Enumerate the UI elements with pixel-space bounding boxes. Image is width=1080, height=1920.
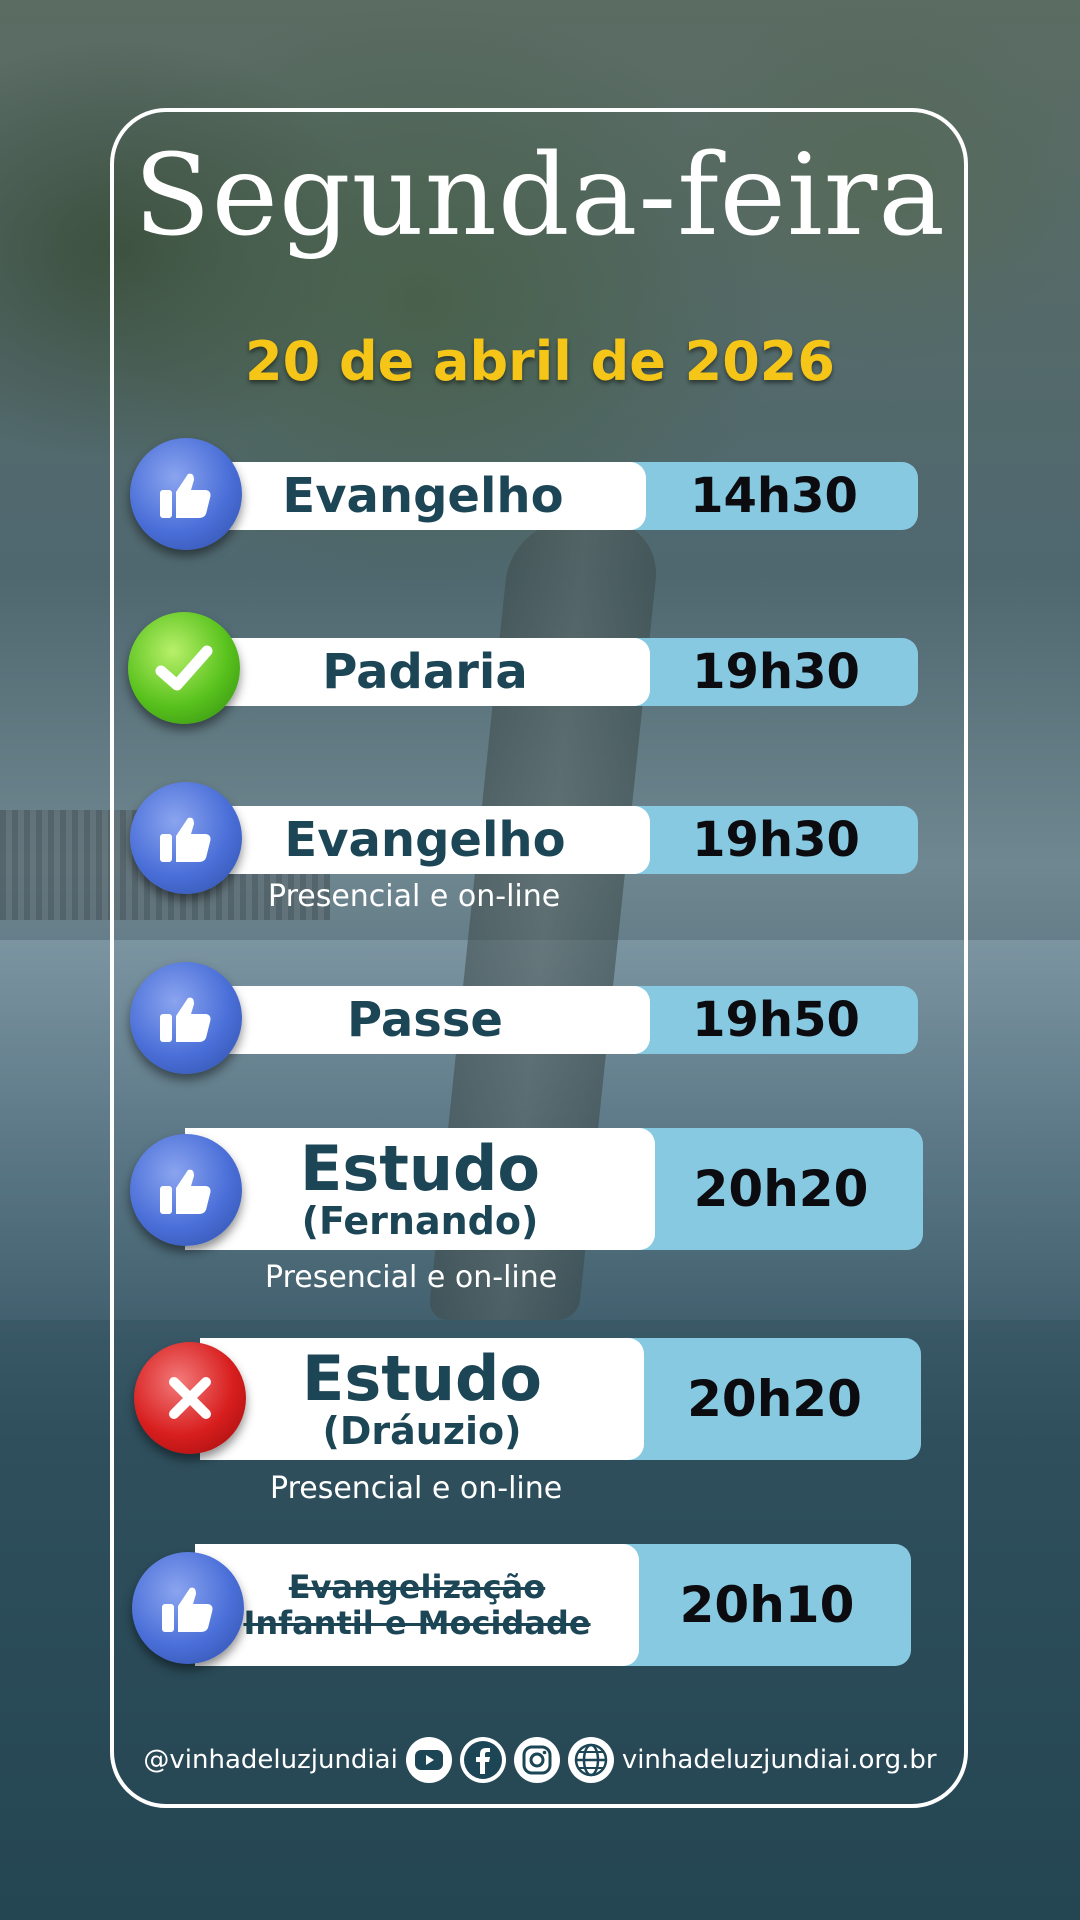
thumbs-up-icon <box>132 1552 244 1664</box>
schedule-name-line2: (Dráuzio) <box>322 1409 522 1453</box>
schedule-time: 19h30 <box>634 806 918 874</box>
schedule-name-line1: Evangelho <box>284 812 566 868</box>
date-label: 20 de abril de 2026 <box>245 330 835 393</box>
website-link[interactable]: vinhadeluzjundiai.org.br <box>622 1745 937 1775</box>
schedule-name-line1: Estudo <box>299 1132 540 1205</box>
schedule-time: 19h50 <box>634 986 918 1054</box>
schedule-name: Evangelização Infantil e Mocidade <box>195 1544 639 1666</box>
thumbs-up-icon <box>130 438 242 550</box>
check-icon <box>128 612 240 724</box>
thumbs-up-icon <box>130 962 242 1074</box>
footer: @vinhadeluzjundiai vinhadeluzjundiai.org… <box>0 1735 1080 1785</box>
cross-icon <box>134 1342 246 1454</box>
schedule-name: Padaria <box>200 638 650 706</box>
schedule-time: 20h20 <box>628 1338 921 1460</box>
schedule-name: Estudo (Fernando) <box>185 1128 655 1250</box>
schedule-name-line1: Padaria <box>322 644 528 700</box>
youtube-icon[interactable] <box>405 1737 452 1783</box>
schedule-row: Passe 19h50 <box>200 986 918 1054</box>
social-handle[interactable]: @vinhadeluzjundiai <box>143 1745 397 1775</box>
schedule-name-line1: Passe <box>347 992 503 1048</box>
schedule-time: 20h20 <box>639 1128 923 1250</box>
schedule-name-line2: Infantil e Mocidade <box>243 1604 591 1642</box>
schedule-name: Passe <box>200 986 650 1054</box>
schedule-name-line1: Estudo <box>301 1342 542 1415</box>
schedule-name-line1: Evangelização <box>288 1568 546 1606</box>
schedule-row: Padaria 19h30 <box>200 638 918 706</box>
page-title: Segunda-feira <box>133 131 947 261</box>
schedule-name: Estudo (Dráuzio) <box>200 1338 644 1460</box>
schedule-name-line2: (Fernando) <box>301 1199 539 1243</box>
schedule-note: Presencial e on-line <box>265 1260 558 1295</box>
instagram-icon[interactable] <box>513 1737 560 1783</box>
schedule-row: Estudo (Fernando) 20h20 <box>185 1128 923 1250</box>
schedule-note: Presencial e on-line <box>270 1471 563 1506</box>
schedule-name: Evangelho <box>200 806 650 874</box>
schedule-name: Evangelho <box>200 462 646 530</box>
thumbs-up-icon <box>130 1134 242 1246</box>
facebook-icon[interactable] <box>459 1737 506 1783</box>
globe-icon[interactable] <box>567 1737 614 1783</box>
schedule-note: Presencial e on-line <box>268 879 561 914</box>
schedule-row: Evangelho 14h30 <box>200 462 918 530</box>
schedule-row: Evangelização Infantil e Mocidade 20h10 <box>195 1544 911 1666</box>
thumbs-up-icon <box>130 782 242 894</box>
schedule-time: 20h10 <box>623 1544 911 1666</box>
schedule-row: Evangelho 19h30 <box>200 806 918 874</box>
schedule-time: 14h30 <box>630 462 918 530</box>
schedule-name-line1: Evangelho <box>282 468 564 524</box>
schedule-time: 19h30 <box>634 638 918 706</box>
schedule-row: Estudo (Dráuzio) 20h20 <box>200 1338 921 1460</box>
